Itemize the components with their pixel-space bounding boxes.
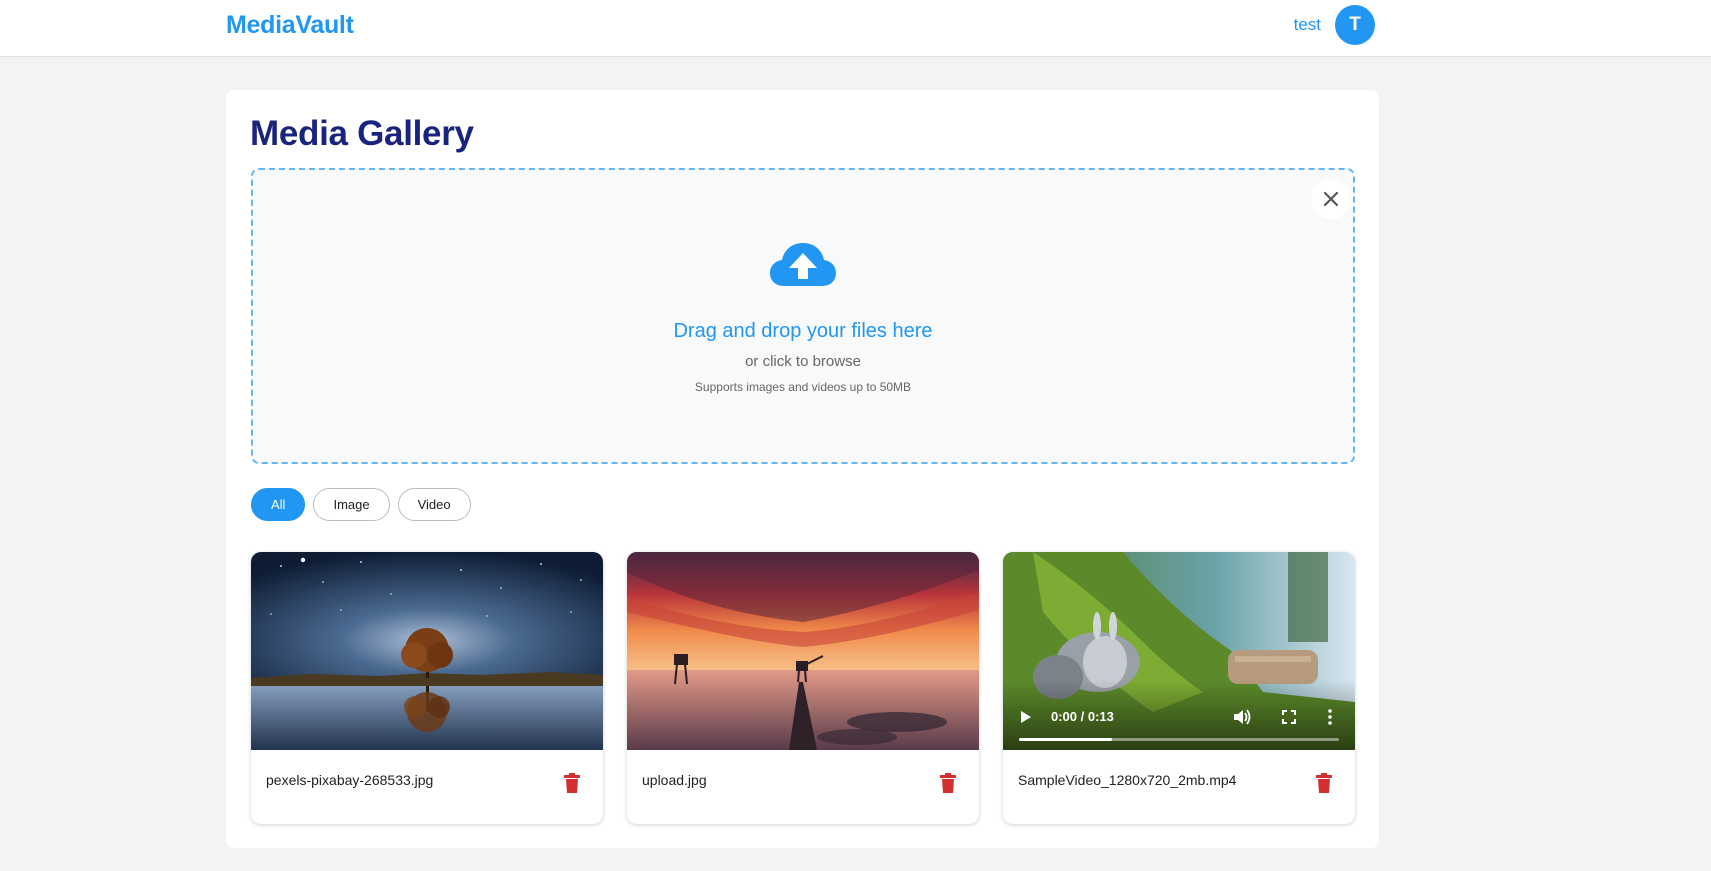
media-card[interactable]: pexels-pixabay-268533.jpg — [251, 552, 603, 824]
filter-all-chip[interactable]: All — [251, 488, 306, 521]
video-progress-fill — [1019, 738, 1112, 741]
dropzone-title: Drag and drop your files here — [673, 320, 933, 342]
close-dropzone-button[interactable] — [1311, 179, 1351, 219]
image-thumbnail[interactable] — [627, 552, 979, 750]
close-icon — [1323, 191, 1339, 207]
play-icon[interactable] — [1020, 710, 1032, 724]
video-progress-bar[interactable] — [1019, 738, 1339, 741]
trash-icon[interactable] — [563, 773, 581, 793]
cloud-upload-icon — [770, 243, 836, 286]
video-time: 0:00 / 0:13 — [1051, 709, 1114, 724]
media-filename: SampleVideo_1280x720_2mb.mp4 — [1018, 772, 1237, 788]
dropzone-subtitle: or click to browse — [745, 353, 861, 370]
filter-chips: All Image Video — [251, 488, 471, 521]
media-filename: pexels-pixabay-268533.jpg — [266, 772, 434, 788]
user-menu[interactable]: test T — [1294, 5, 1375, 45]
video-player[interactable]: 0:00 / 0:13 — [1003, 552, 1355, 750]
username-label[interactable]: test — [1294, 15, 1321, 35]
trash-icon[interactable] — [939, 773, 957, 793]
dropzone-note: Supports images and videos up to 50MB — [694, 380, 912, 394]
media-card[interactable]: 0:00 / 0:13 SampleVideo_1280x720_2mb.mp4 — [1003, 552, 1355, 824]
more-options-icon[interactable] — [1328, 709, 1332, 725]
filter-video-chip[interactable]: Video — [397, 488, 471, 521]
media-grid: pexels-pixabay-268533.jpg upload.jpg 0:0… — [251, 552, 1355, 824]
fullscreen-icon[interactable] — [1282, 710, 1296, 724]
upload-dropzone[interactable]: Drag and drop your files here or click t… — [251, 168, 1355, 464]
page-title: Media Gallery — [250, 114, 474, 153]
brand-logo[interactable]: MediaVault — [226, 11, 354, 40]
image-thumbnail[interactable] — [251, 552, 603, 750]
filter-image-chip[interactable]: Image — [313, 488, 390, 521]
trash-icon[interactable] — [1315, 773, 1333, 793]
video-controls: 0:00 / 0:13 — [1003, 680, 1355, 750]
volume-icon[interactable] — [1233, 709, 1251, 725]
media-filename: upload.jpg — [642, 772, 707, 788]
avatar[interactable]: T — [1335, 5, 1375, 45]
media-card[interactable]: upload.jpg — [627, 552, 979, 824]
gallery-card: Media Gallery Drag and drop your files h… — [226, 90, 1379, 848]
top-bar: MediaVault test T — [0, 0, 1711, 57]
